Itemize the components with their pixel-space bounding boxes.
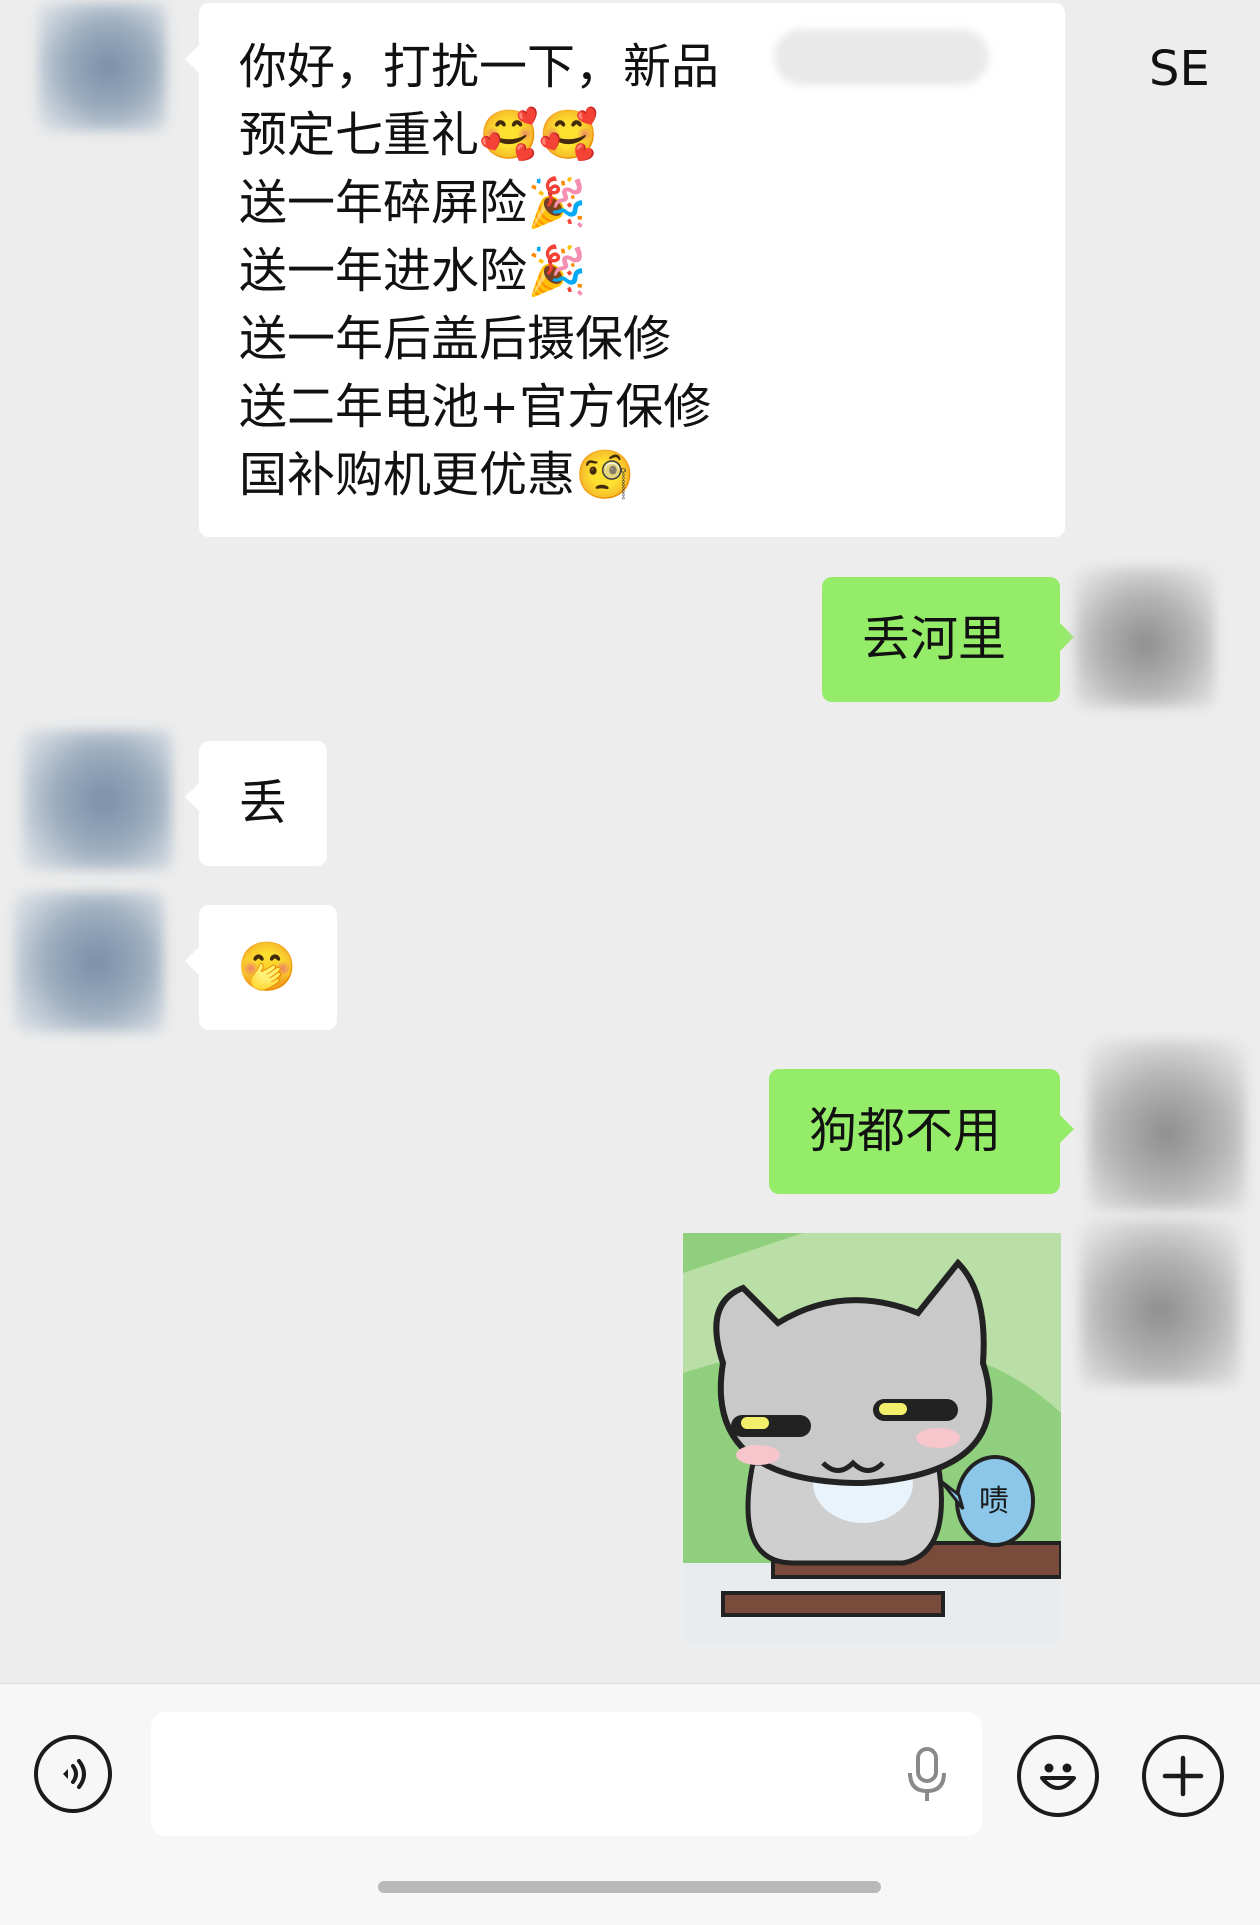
message-bubble-incoming[interactable]: 🤭 <box>185 905 337 1030</box>
message-text: 丢河里 <box>862 611 1007 667</box>
microphone-icon <box>908 1747 946 1801</box>
redaction-blur <box>774 29 989 85</box>
avatar[interactable] <box>22 730 172 870</box>
cat-sticker-illustration <box>683 1233 1061 1645</box>
message-line: 送一年后盖后摄保修 <box>239 311 672 367</box>
voice-wave-icon <box>63 1759 86 1789</box>
message-text: 狗都不用 <box>809 1103 1002 1159</box>
message-line: 送一年碎屏险🎉 <box>239 175 587 231</box>
avatar[interactable] <box>14 892 164 1032</box>
emoji-button[interactable] <box>1017 1735 1099 1817</box>
avatar[interactable] <box>1080 1220 1240 1385</box>
smiley-icon <box>1040 1763 1076 1790</box>
message-bubble-outgoing[interactable]: 狗都不用 <box>769 1069 1074 1194</box>
message-line: 国补购机更优惠🧐 <box>239 447 635 503</box>
sticker-speech-text: 啧 <box>979 1484 1009 1519</box>
voice-toggle-button[interactable] <box>34 1735 112 1813</box>
message-line: 送一年进水险🎉 <box>239 243 587 299</box>
plus-button[interactable] <box>1142 1735 1224 1817</box>
home-indicator[interactable] <box>378 1881 881 1893</box>
message-text: 丢 <box>239 775 288 831</box>
input-bar <box>0 1683 1260 1925</box>
avatar[interactable] <box>1088 1040 1246 1210</box>
message-bubble-incoming[interactable]: 丢 <box>185 741 327 866</box>
message-input[interactable] <box>151 1712 982 1836</box>
message-bubble-incoming[interactable]: 你好，打扰一下，新品 预定七重礼🥰🥰 送一年碎屏险🎉 送一年进水险🎉 送一年后盖… <box>185 3 1210 537</box>
cat-sticker[interactable]: 啧 <box>683 1233 1061 1645</box>
partial-text: SE <box>1149 41 1210 97</box>
message-bubble-outgoing[interactable]: 丢河里 <box>822 577 1074 702</box>
chat-area: 你好，打扰一下，新品 预定七重礼🥰🥰 送一年碎屏险🎉 送一年进水险🎉 送一年后盖… <box>0 0 1260 1683</box>
microphone-button[interactable] <box>902 1747 952 1803</box>
message-emoji: 🤭 <box>237 939 297 995</box>
avatar[interactable] <box>1075 567 1215 707</box>
avatar[interactable] <box>38 3 166 131</box>
message-line: 预定七重礼🥰🥰 <box>239 107 599 163</box>
message-line: 送二年电池+官方保修 <box>239 379 712 435</box>
plus-icon <box>1162 1755 1204 1797</box>
